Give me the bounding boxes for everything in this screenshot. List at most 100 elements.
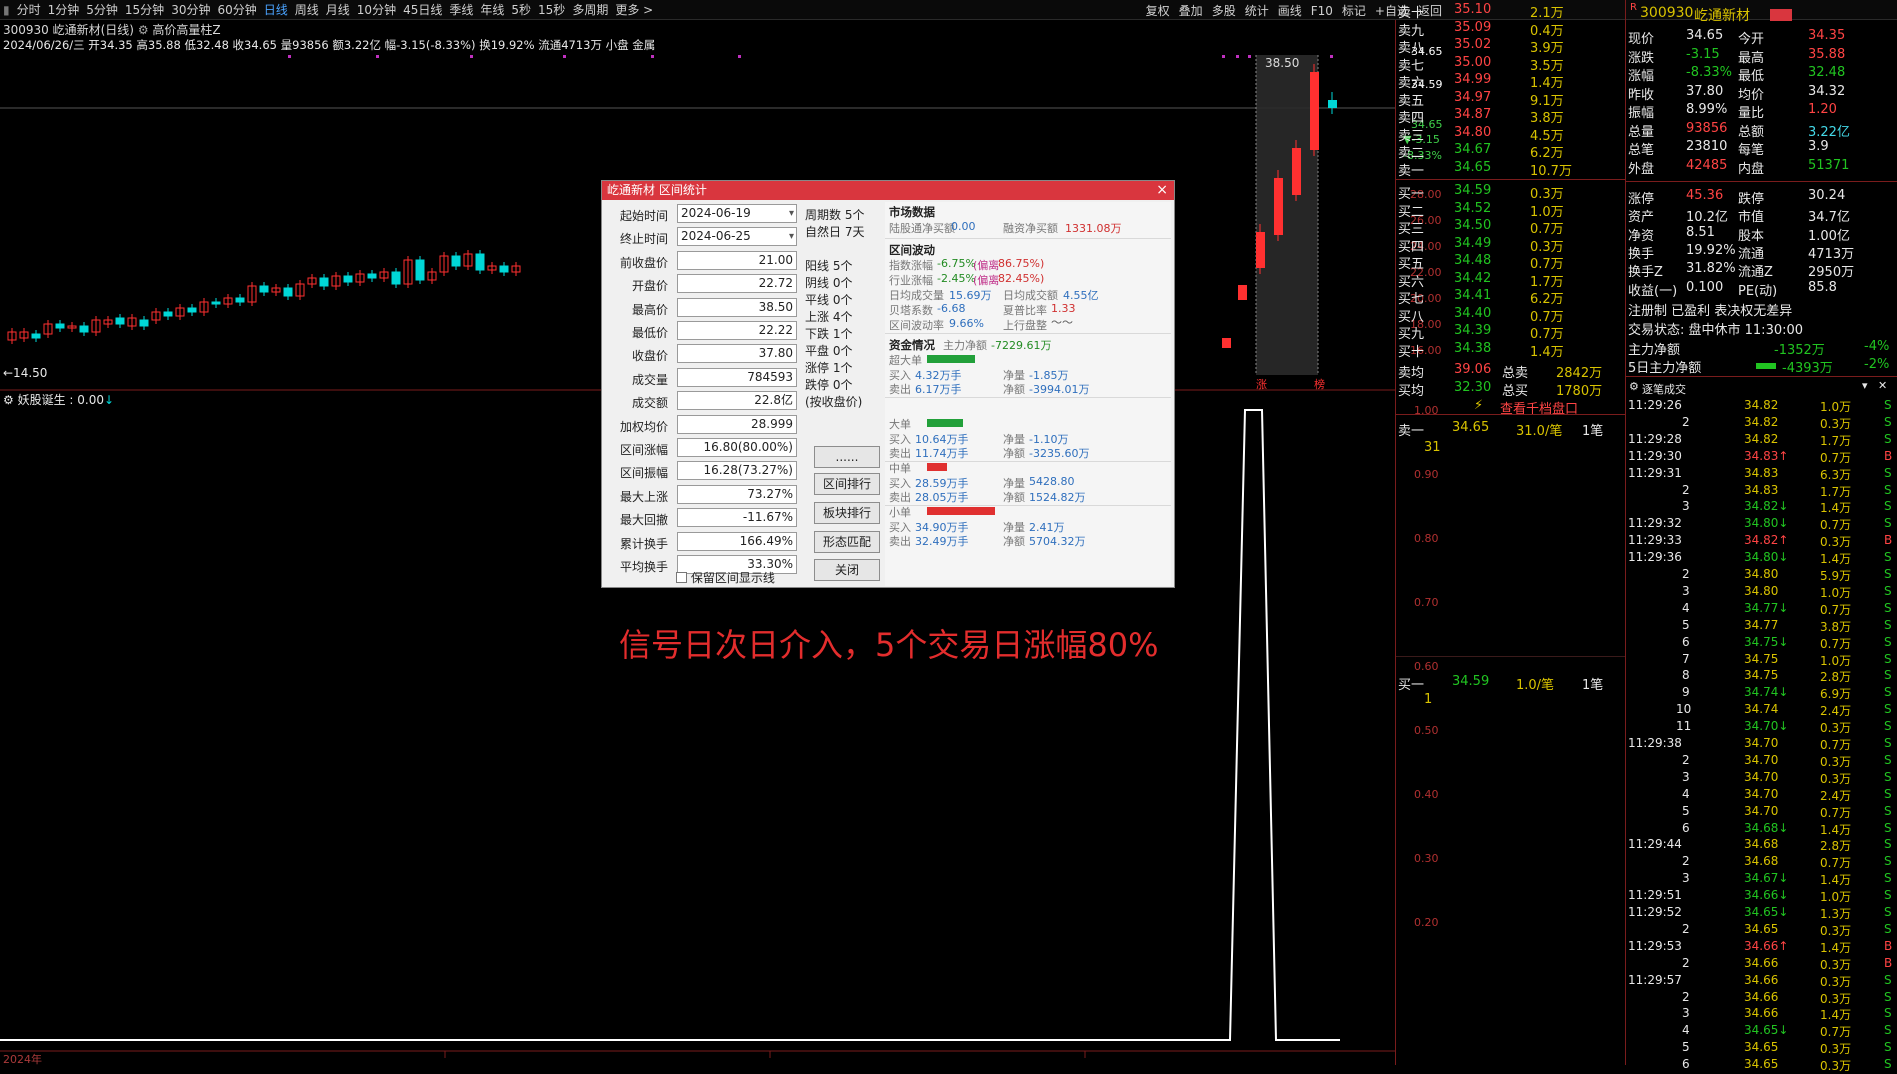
field-value-9[interactable]: 28.999 <box>677 414 797 434</box>
stat-9: 跌停 0个 <box>805 378 853 392</box>
quote-value2-0: 34.35 <box>1808 28 1846 43</box>
dialog-button-3[interactable]: 形态匹配 <box>814 531 880 553</box>
field-value-3[interactable]: 22.72 <box>677 274 797 294</box>
field-value-4[interactable]: 38.50 <box>677 297 797 317</box>
period-tab-11[interactable]: 季线 <box>449 1 473 18</box>
tick-side-30: S <box>1884 905 1892 919</box>
period-tab-10[interactable]: 45日线 <box>403 1 442 18</box>
period-tab-4[interactable]: 30分钟 <box>171 1 210 18</box>
toolbar-button-4[interactable]: 画线 <box>1278 4 1302 18</box>
field-value-5[interactable]: 22.22 <box>677 321 797 340</box>
quote-label-2: 涨幅 <box>1628 69 1655 84</box>
close-icon[interactable]: × <box>1156 181 1168 200</box>
tick-price-25: 34.68↓ <box>1744 820 1789 835</box>
tick-price-24: 34.70 <box>1744 803 1779 818</box>
sub-indicator-gear-icon[interactable]: ⚙ <box>3 393 18 407</box>
peak-price-label: 38.50 <box>1265 56 1300 70</box>
field-value-6[interactable]: 37.80 <box>677 344 797 364</box>
signal-dot-0 <box>288 55 291 58</box>
tick-time-29: 11:29:51 <box>1628 888 1682 903</box>
keep-range-checkbox[interactable]: 保留区间显示线 <box>676 569 775 586</box>
field-value-13[interactable]: -11.67% <box>677 508 797 528</box>
stat-7: 平盘 0个 <box>805 344 853 358</box>
checkbox-box[interactable] <box>676 572 687 583</box>
tick-price-28: 34.67↓ <box>1744 871 1789 886</box>
buy-level-vol-8: 0.7万 <box>1530 327 1564 342</box>
period-tab-2[interactable]: 5分钟 <box>86 1 118 18</box>
avg-buy-label: 买均 <box>1398 384 1425 399</box>
field-value-0[interactable]: 2024-06-19 <box>677 204 797 223</box>
quote-label2-1: 最高 <box>1738 50 1765 66</box>
period-tab-12[interactable]: 年线 <box>480 1 504 18</box>
sell-level-price-1: 35.09 <box>1454 19 1492 35</box>
buy-level-vol-0: 0.3万 <box>1530 187 1564 202</box>
field-value-1[interactable]: 2024-06-25 <box>677 227 797 247</box>
field-value-11[interactable]: 16.28(73.27%) <box>677 461 797 481</box>
tick-price-8: 34.82↑ <box>1744 533 1789 548</box>
sell-level-price-4: 34.99 <box>1454 72 1492 87</box>
beta-value: -6.68 <box>937 302 966 315</box>
period-tab-9[interactable]: 10分钟 <box>357 1 396 18</box>
tick-time-28: 3 <box>1682 871 1690 886</box>
annotation-text: 信号日次日介入，5个交易日涨幅80% <box>619 626 1159 664</box>
tick-vol-35: 0.3万 <box>1820 991 1852 1006</box>
toolbar-button-2[interactable]: 多股 <box>1212 4 1236 18</box>
queue-divider <box>1396 414 1626 415</box>
dialog-button-1[interactable]: 区间排行 <box>814 473 880 495</box>
toolbar-button-3[interactable]: 统计 <box>1245 4 1269 18</box>
queue-sell-count: 1笔 <box>1582 424 1604 439</box>
period-tab-5[interactable]: 60分钟 <box>217 1 256 18</box>
field-value-12[interactable]: 73.27% <box>677 484 797 504</box>
period-tab-7[interactable]: 周线 <box>295 1 319 18</box>
toolbar-button-5[interactable]: F10 <box>1311 4 1333 18</box>
candle-body-13 <box>163 311 173 317</box>
toolbar-button-6[interactable]: 标记 <box>1342 4 1366 18</box>
range-stats-dialog[interactable]: 屹通新材 区间统计 × 起始时间 2024-06-19 终止时间 2024-06-25… <box>601 180 1175 588</box>
quote-label-11: 换手 <box>1628 246 1655 262</box>
netq-value-2: 5428.80 <box>1029 475 1075 488</box>
dialog-button-4[interactable]: 关闭 <box>814 559 880 581</box>
toolbar-button-1[interactable]: 叠加 <box>1179 4 1203 18</box>
field-value-8[interactable]: 22.8亿 <box>677 391 797 411</box>
period-tab-0[interactable]: 分时 <box>17 1 41 18</box>
field-value-2[interactable]: 21.00 <box>677 250 797 270</box>
flow1-label: 主力净额 <box>1628 343 1681 358</box>
sell-level-label-1: 卖九 <box>1398 23 1425 39</box>
quote-label-1: 涨跌 <box>1628 50 1655 66</box>
sep-1 <box>885 238 1171 239</box>
period-tab-1[interactable]: 1分钟 <box>48 1 80 18</box>
tick-side-35: S <box>1884 989 1892 1004</box>
field-value-14[interactable]: 166.49% <box>677 531 797 551</box>
tick-price-20: 34.70 <box>1744 736 1779 750</box>
tick-price-10: 34.80 <box>1744 567 1779 581</box>
flow2-value: -4393万 <box>1782 361 1833 376</box>
field-value-10[interactable]: 16.80(80.00%) <box>677 438 797 457</box>
sell-label-2: 卖出 <box>889 491 911 504</box>
candle-body-41 <box>499 265 509 273</box>
period-tab-14[interactable]: 15秒 <box>538 1 565 18</box>
queue-sell-first: 31 <box>1424 440 1441 455</box>
sell-level-label-8: 卖二 <box>1398 146 1425 161</box>
period-tab-6[interactable]: 日线 <box>264 1 288 18</box>
tick-side-20: S <box>1884 736 1892 750</box>
field-value-7[interactable]: 784593 <box>677 367 797 387</box>
signal-dot-5 <box>738 55 741 58</box>
field-label-9: 加权均价 <box>619 419 668 434</box>
main-net-value: -7229.61万 <box>991 339 1052 352</box>
toolbar-menu-icon[interactable]: ▮ <box>3 3 10 17</box>
ticks-gear-icon: ⚙ <box>1629 380 1639 393</box>
dialog-button-2[interactable]: 板块排行 <box>814 502 880 524</box>
queue-buy-price: 34.59 <box>1452 674 1490 689</box>
indicator-gear-icon[interactable]: ⚙ <box>138 23 149 37</box>
period-tab-3[interactable]: 15分钟 <box>125 1 164 18</box>
tick-vol-17: 6.9万 <box>1820 687 1852 702</box>
toolbar-button-0[interactable]: 复权 <box>1146 4 1170 18</box>
period-tab-8[interactable]: 月线 <box>326 1 350 18</box>
dialog-titlebar[interactable]: 屹通新材 区间统计 × <box>602 181 1174 200</box>
period-tab-16[interactable]: 更多 > <box>615 1 653 18</box>
buy-level-label-9: 买十 <box>1398 344 1425 360</box>
period-tab-13[interactable]: 5秒 <box>511 1 531 18</box>
period-tab-15[interactable]: 多周期 <box>572 1 608 18</box>
dialog-button-0[interactable]: ...... <box>814 446 880 468</box>
buy-level-vol-5: 1.7万 <box>1530 274 1564 290</box>
